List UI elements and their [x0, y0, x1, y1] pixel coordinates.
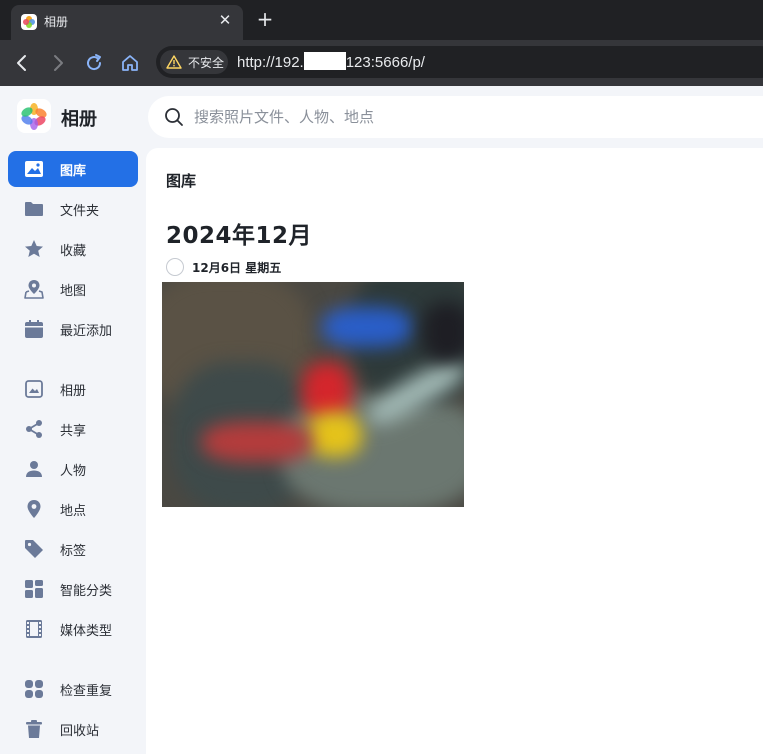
person-icon	[23, 458, 45, 480]
sidebar-item-label: 文件夹	[60, 204, 100, 219]
sidebar-item-label: 智能分类	[60, 584, 113, 599]
sidebar-item-label: 地图	[60, 284, 87, 299]
sidebar-item-gallery[interactable]: 图库	[8, 151, 138, 187]
sidebar: 图库 文件夹 收藏 地图 最近添加 相册 共享 人物 地点 标签 智能分类 媒体…	[0, 150, 146, 754]
map-icon	[23, 278, 45, 300]
sidebar-item-albums[interactable]: 相册	[8, 371, 138, 407]
tab-close-icon[interactable]: ✕	[215, 10, 235, 30]
sidebar-item-people[interactable]: 人物	[8, 451, 138, 487]
address-bar[interactable]: 不安全 http://192. 123:5666/p/	[156, 46, 763, 78]
browser-tab-strip: 相册 ✕ +	[0, 0, 763, 40]
sidebar-item-label: 标签	[60, 544, 87, 559]
photos-logo-icon	[17, 99, 51, 133]
film-icon	[23, 618, 45, 640]
app-title: 相册	[61, 109, 97, 130]
star-icon	[23, 238, 45, 260]
app-favicon-icon	[21, 14, 37, 30]
sidebar-item-label: 相册	[60, 384, 87, 399]
month-heading: 2024年12月	[166, 223, 313, 249]
sidebar-item-label: 图库	[60, 164, 87, 179]
sidebar-item-label: 检查重复	[60, 684, 113, 699]
sidebar-item-label: 最近添加	[60, 324, 113, 339]
browser-toolbar: 不安全 http://192. 123:5666/p/	[0, 40, 763, 86]
sidebar-item-places[interactable]: 地点	[8, 491, 138, 527]
search-bar[interactable]	[148, 96, 763, 138]
sidebar-item-shared[interactable]: 共享	[8, 411, 138, 447]
sidebar-item-label: 地点	[60, 504, 87, 519]
reload-icon[interactable]	[82, 51, 106, 75]
sidebar-item-favorites[interactable]: 收藏	[8, 231, 138, 267]
sidebar-item-media-types[interactable]: 媒体类型	[8, 611, 138, 647]
browser-tab[interactable]: 相册 ✕	[11, 5, 243, 40]
url-suffix: 123:5666/p/	[345, 54, 425, 71]
url-redaction	[303, 52, 346, 70]
sidebar-item-tags[interactable]: 标签	[8, 531, 138, 567]
date-label: 12月6日 星期五	[192, 261, 282, 275]
calendar-icon	[23, 318, 45, 340]
home-icon[interactable]	[118, 51, 142, 75]
folder-icon	[23, 198, 45, 220]
url-prefix: http://192.	[237, 54, 304, 71]
sidebar-item-label: 人物	[60, 464, 87, 479]
warning-icon	[166, 54, 182, 74]
sidebar-item-duplicates[interactable]: 检查重复	[8, 671, 138, 707]
album-icon	[23, 378, 45, 400]
sidebar-item-recent[interactable]: 最近添加	[8, 311, 138, 347]
share-icon	[23, 418, 45, 440]
sidebar-item-map[interactable]: 地图	[8, 271, 138, 307]
tab-title: 相册	[44, 15, 69, 29]
url-text[interactable]: http://192. 123:5666/p/	[237, 52, 425, 71]
gallery-content: 图库 2024年12月 12月6日 星期五	[146, 148, 763, 754]
page-title: 图库	[166, 172, 197, 190]
photo-thumbnail[interactable]	[162, 282, 464, 507]
security-label: 不安全	[188, 56, 225, 70]
sidebar-item-label: 媒体类型	[60, 624, 113, 639]
duplicate-icon	[23, 678, 45, 700]
sidebar-item-label: 共享	[60, 424, 87, 439]
location-pin-icon	[23, 498, 45, 520]
security-chip[interactable]: 不安全	[160, 50, 228, 74]
trash-icon	[23, 718, 45, 740]
sidebar-item-trash[interactable]: 回收站	[8, 711, 138, 747]
back-arrow-icon[interactable]	[10, 51, 34, 75]
tag-icon	[23, 538, 45, 560]
search-input[interactable]	[194, 96, 754, 138]
sidebar-item-label: 收藏	[60, 244, 87, 259]
smart-category-icon	[23, 578, 45, 600]
photos-app: 相册 图库 文件夹 收藏	[0, 86, 763, 754]
new-tab-button[interactable]: +	[255, 9, 275, 29]
gallery-icon	[23, 158, 45, 180]
sidebar-item-folders[interactable]: 文件夹	[8, 191, 138, 227]
sidebar-item-label: 回收站	[60, 724, 100, 739]
search-icon	[164, 107, 184, 127]
sidebar-item-smart-categories[interactable]: 智能分类	[8, 571, 138, 607]
select-date-checkbox[interactable]	[166, 258, 184, 276]
forward-arrow-icon[interactable]	[46, 51, 70, 75]
